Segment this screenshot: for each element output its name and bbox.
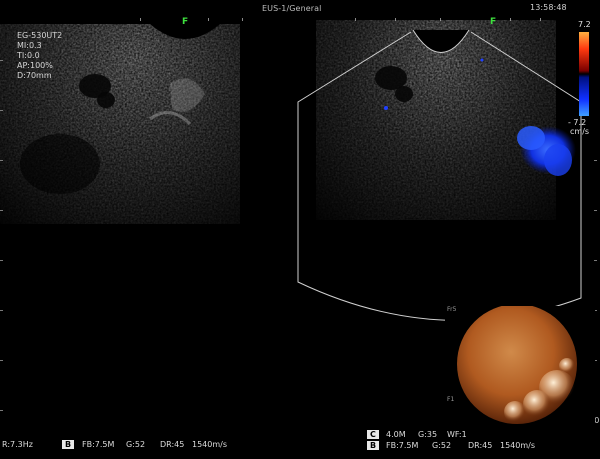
probe-info: EG-530UT2 MI:0.3 TI:0.0 AP:100% D:70mm — [17, 31, 62, 81]
color-frequency: 4.0M — [386, 430, 406, 439]
acoustic-power: AP:100% — [17, 61, 53, 70]
mechanical-index: MI:0.3 — [17, 41, 42, 50]
velocity-min-label: - 7.2 — [568, 118, 587, 127]
velocity-color-bar — [579, 32, 589, 116]
frame-rate: R:7.3Hz — [2, 440, 33, 449]
color-gain: G:35 — [418, 430, 438, 439]
endoscope-side-label: Fr5 — [447, 306, 457, 313]
probe-model: EG-530UT2 — [17, 31, 63, 40]
left-sound-speed: 1540m/s — [192, 440, 228, 449]
thermal-index: TI:0.0 — [17, 51, 40, 60]
endoscope-view — [457, 304, 577, 424]
right-frequency: FB:7.5M — [386, 441, 419, 450]
depth: D:70mm — [17, 71, 52, 80]
left-frequency: FB:7.5M — [82, 440, 115, 449]
right-b-mode-badge: B — [367, 441, 380, 450]
right-focus-marker: F — [490, 17, 497, 27]
right-gain: G:52 — [432, 441, 452, 450]
velocity-unit: cm/s — [570, 127, 590, 136]
right-sound-speed: 1540m/s — [500, 441, 536, 450]
left-dynamic-range: DR:45 — [160, 440, 185, 449]
right-doppler-image[interactable] — [296, 20, 586, 340]
right-dynamic-range: DR:45 — [468, 441, 493, 450]
left-focus-marker: F — [182, 17, 189, 27]
color-mode-badge: C — [367, 430, 379, 439]
left-depth-ruler — [0, 0, 6, 459]
left-b-mode-badge: B — [62, 440, 75, 449]
endoscope-side-label-2: F1 — [447, 396, 455, 403]
wall-filter: WF:1 — [447, 430, 467, 439]
velocity-max-label: 7.2 — [578, 20, 591, 29]
left-gain: G:52 — [126, 440, 146, 449]
endoscope-inset[interactable] — [445, 304, 595, 424]
